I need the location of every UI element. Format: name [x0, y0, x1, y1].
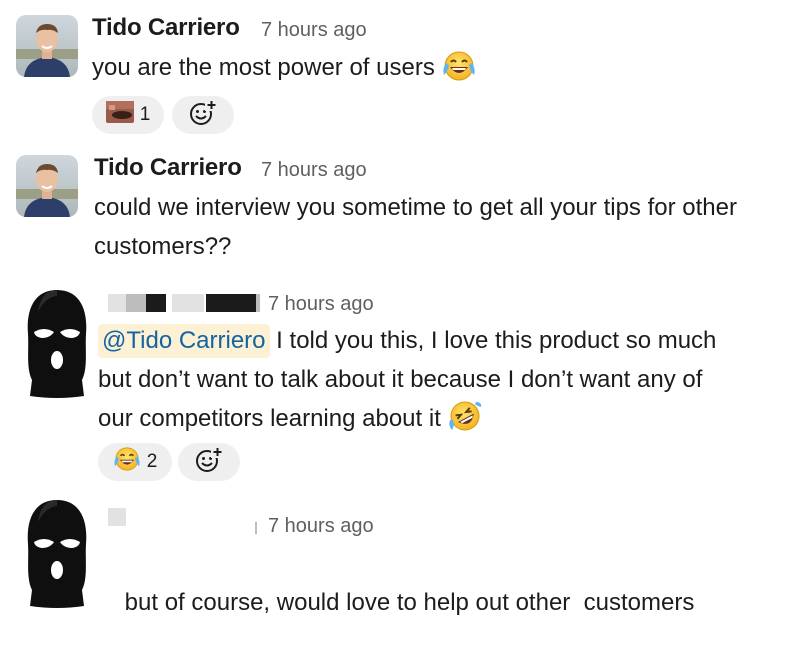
redacted-name-block: [256, 294, 260, 312]
redacted-name-block: [255, 522, 257, 534]
message-line-text: I told you this, I love this product so …: [269, 327, 717, 354]
message-4: 7 hours ago but of course, would love to…: [0, 490, 800, 627]
redacted-name-block: [172, 294, 204, 312]
reaction-count: 1: [139, 104, 151, 125]
timestamp[interactable]: 7 hours ago: [261, 159, 367, 182]
redacted-name-block: [108, 508, 126, 526]
message-text-content: you are the most power of users: [92, 54, 435, 81]
avatar[interactable]: [20, 288, 94, 400]
reaction-count: 2: [146, 451, 158, 472]
sender-name[interactable]: Tido Carriero: [94, 154, 242, 182]
message-text-content: but of course, would love to help out ot…: [124, 589, 695, 616]
message-text: but of course, would love to help out ot…: [98, 544, 695, 661]
avatar[interactable]: [20, 498, 94, 610]
message-line: @Tido Carriero I told you this, I love t…: [98, 321, 798, 360]
message-line: customers??: [94, 233, 232, 260]
message-1: Tido Carriero 7 hours ago you are the mo…: [0, 0, 800, 140]
add-reaction-button[interactable]: [172, 96, 234, 134]
message-line: but don’t want to talk about it because …: [98, 366, 703, 393]
reaction-chip[interactable]: 1: [92, 96, 164, 134]
redacted-name-block: [108, 294, 126, 312]
reaction-chip[interactable]: 2: [98, 443, 172, 481]
redacted-name-block: [146, 294, 166, 312]
sender-name[interactable]: Tido Carriero: [92, 14, 240, 42]
timestamp[interactable]: 7 hours ago: [268, 293, 374, 316]
joy-emoji-icon: [113, 447, 141, 477]
message-line: our competitors learning about it: [98, 399, 798, 444]
message-text: you are the most power of users: [92, 48, 476, 93]
message-2: Tido Carriero 7 hours ago could we inter…: [0, 140, 800, 280]
timestamp[interactable]: 7 hours ago: [261, 19, 367, 42]
joy-emoji-icon: [442, 51, 476, 93]
custom-face-emoji-icon: [105, 101, 134, 129]
redacted-name-block: [126, 294, 146, 312]
add-emoji-icon: [188, 98, 218, 132]
message-text: @Tido Carriero I told you this, I love t…: [98, 321, 798, 444]
add-reaction-button[interactable]: [178, 443, 240, 481]
redacted-name-block: [206, 294, 256, 312]
message-text: could we interview you sometime to get a…: [94, 188, 794, 266]
rofl-emoji-icon: [448, 400, 482, 444]
user-mention[interactable]: @Tido Carriero: [98, 324, 270, 358]
message-line: could we interview you sometime to get a…: [94, 194, 737, 221]
message-line-text: our competitors learning about it: [98, 405, 441, 432]
add-emoji-icon: [194, 445, 224, 479]
avatar[interactable]: [16, 155, 78, 217]
message-3: 7 hours ago @Tido Carriero I told you th…: [0, 280, 800, 490]
avatar[interactable]: [16, 15, 78, 77]
timestamp[interactable]: 7 hours ago: [268, 515, 374, 538]
